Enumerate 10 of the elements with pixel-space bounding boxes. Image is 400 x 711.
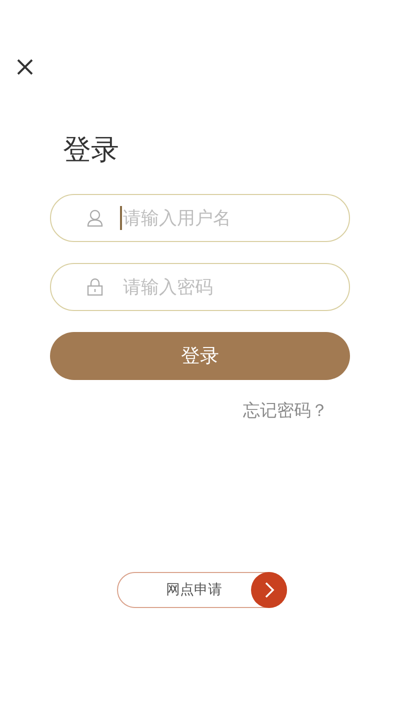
forgot-password-link[interactable]: 忘记密码？ [243,399,328,422]
username-field[interactable]: 请输入用户名 [50,194,350,242]
apply-button[interactable]: 网点申请 [117,572,287,608]
lock-icon [87,278,103,296]
login-button[interactable]: 登录 [50,332,350,380]
close-icon[interactable] [16,58,34,76]
page-title: 登录 [63,132,120,168]
chevron-right-icon [251,572,287,608]
password-field[interactable]: 请输入密码 [50,263,350,311]
user-icon [87,209,103,227]
